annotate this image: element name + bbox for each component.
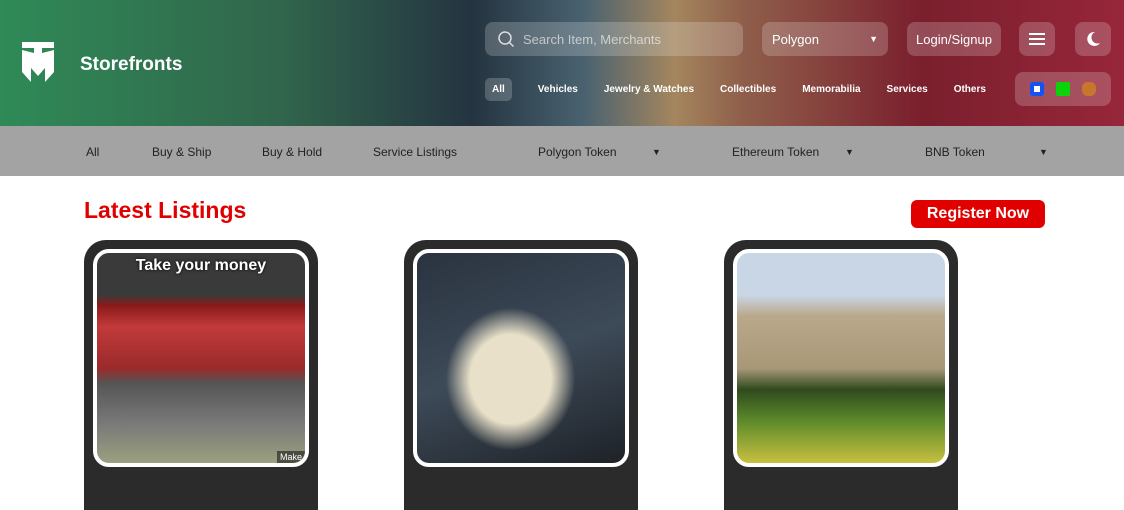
listing-card[interactable] [724, 240, 958, 510]
image-badge: Make [276, 451, 305, 463]
category-services[interactable]: Services [887, 84, 928, 95]
caret-down-icon: ▼ [845, 147, 854, 157]
moon-icon [1087, 31, 1100, 46]
login-button[interactable]: Login/Signup [907, 22, 1001, 56]
wallet-group [1015, 72, 1111, 106]
sub-nav: All Buy & Ship Buy & Hold Service Listin… [0, 126, 1124, 176]
ethereum-token-dropdown[interactable]: Ethereum Token [732, 145, 819, 159]
register-button[interactable]: Register Now [911, 200, 1045, 228]
listing-card[interactable] [404, 240, 638, 510]
listing-image[interactable] [733, 249, 949, 467]
category-nav: All Vehicles Jewelry & Watches Collectib… [485, 78, 1012, 101]
image-caption: Take your money [135, 257, 267, 274]
caret-down-icon: ▼ [1039, 147, 1048, 157]
search-icon [498, 31, 515, 48]
subnav-buy-hold[interactable]: Buy & Hold [262, 145, 322, 159]
whatsapp-icon[interactable] [1056, 82, 1070, 96]
listing-card[interactable]: Take your money Make [84, 240, 318, 510]
listing-image[interactable] [413, 249, 629, 467]
listing-image[interactable]: Take your money Make [93, 249, 309, 467]
search-placeholder: Search Item, Merchants [523, 31, 661, 47]
metamask-icon[interactable] [1082, 82, 1096, 96]
network-select[interactable]: Polygon ▼ [762, 22, 888, 56]
caret-down-icon: ▼ [652, 147, 661, 157]
category-vehicles[interactable]: Vehicles [538, 84, 578, 95]
category-others[interactable]: Others [954, 84, 986, 95]
header: Storefronts Search Item, Merchants Polyg… [0, 0, 1124, 126]
menu-button[interactable] [1019, 22, 1055, 56]
caret-down-icon: ▼ [869, 34, 878, 44]
theme-toggle-button[interactable] [1075, 22, 1111, 56]
coinbase-icon[interactable] [1030, 82, 1044, 96]
category-collectibles[interactable]: Collectibles [720, 84, 776, 95]
brand-name[interactable]: Storefronts [80, 54, 182, 76]
subnav-service-listings[interactable]: Service Listings [373, 145, 457, 159]
network-selected: Polygon [772, 31, 819, 47]
search-input[interactable]: Search Item, Merchants [485, 22, 743, 56]
bnb-token-dropdown[interactable]: BNB Token [925, 145, 985, 159]
subnav-buy-ship[interactable]: Buy & Ship [152, 145, 211, 159]
subnav-all[interactable]: All [86, 145, 99, 159]
hamburger-icon [1029, 33, 1045, 45]
category-memorabilia[interactable]: Memorabilia [802, 84, 860, 95]
category-jewelry[interactable]: Jewelry & Watches [604, 84, 694, 95]
polygon-token-dropdown[interactable]: Polygon Token [538, 145, 617, 159]
category-all[interactable]: All [485, 78, 512, 101]
logo-icon[interactable] [20, 40, 56, 92]
section-title: Latest Listings [84, 197, 247, 223]
